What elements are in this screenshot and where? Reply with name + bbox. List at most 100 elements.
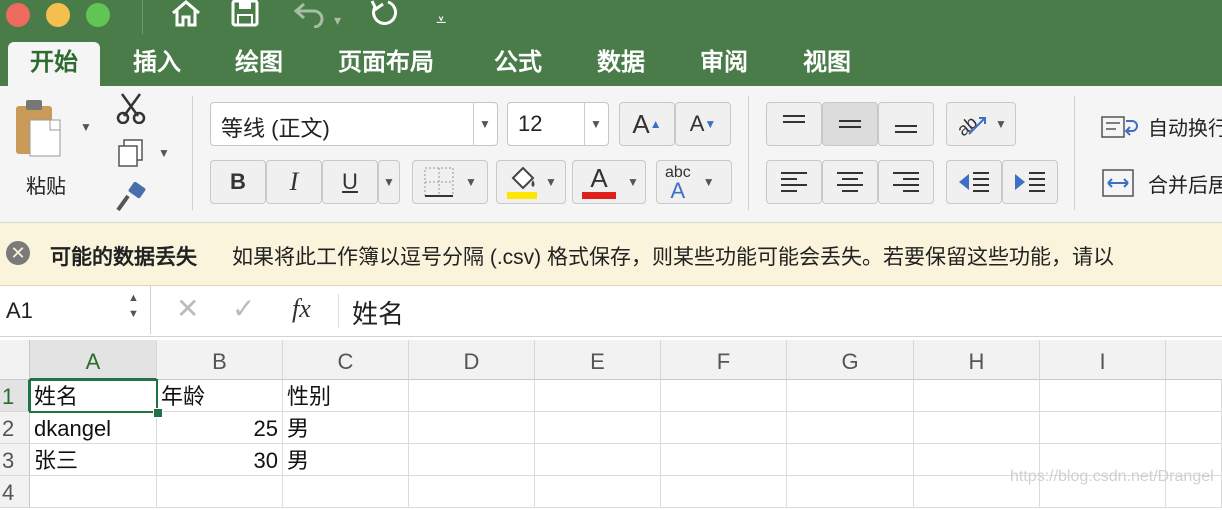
undo-dropdown-icon[interactable]: ▾ [334,4,341,36]
save-icon[interactable] [230,0,260,35]
align-top-icon [783,115,805,123]
cell-g4[interactable] [787,476,914,508]
cell-f1[interactable] [661,380,787,412]
increase-indent-button[interactable] [1002,160,1058,204]
cell-e2[interactable] [535,412,661,444]
align-bottom-button[interactable] [878,102,934,146]
cell-a1[interactable]: 姓名 [30,380,157,412]
minimize-window-button[interactable] [46,3,70,27]
fill-handle[interactable] [153,408,163,418]
decrease-indent-button[interactable] [946,160,1002,204]
error-icon: ✕ [6,241,30,265]
cell-c1[interactable]: 性别 [283,380,409,412]
cell-i2[interactable] [1040,412,1166,444]
cell-x2[interactable] [1166,412,1222,444]
spelling-button[interactable]: abc A ▼ [656,160,732,204]
cell-b2[interactable]: 25 [157,412,283,444]
merge-center-button[interactable]: 合并后居 [1100,168,1222,198]
cell-i1[interactable] [1040,380,1166,412]
underline-button[interactable]: U [322,160,378,204]
redo-icon[interactable] [368,0,400,35]
paste-dropdown-icon[interactable]: ▼ [80,120,92,134]
confirm-entry-icon[interactable]: ✓ [232,292,255,325]
paste-icon[interactable] [12,98,64,165]
ribbon-tabs: 开始 插入 绘图 页面布局 公式 数据 审阅 视图 [0,38,1222,86]
cancel-entry-icon[interactable]: ✕ [176,292,199,325]
tab-review[interactable]: 审阅 [678,42,770,86]
insert-function-button[interactable]: fx [292,294,311,324]
cell-e3[interactable] [535,444,661,476]
borders-button[interactable]: ▼ [412,160,488,204]
italic-button[interactable]: I [266,160,322,204]
tab-draw[interactable]: 绘图 [213,42,305,86]
cell-e4[interactable] [535,476,661,508]
align-top-button[interactable] [766,102,822,146]
wrap-text-label: 自动换行 [1148,118,1222,140]
cell-a3[interactable]: 张三 [30,444,157,476]
cell-d3[interactable] [409,444,535,476]
font-size-value: 12 [518,111,543,136]
cell-c2[interactable]: 男 [283,412,409,444]
home-icon[interactable] [170,0,202,35]
cell-b3[interactable]: 30 [157,444,283,476]
close-window-button[interactable] [6,3,30,27]
chevron-down-icon: ▼ [627,175,639,189]
name-box[interactable]: A1 ▲ ▼ [0,286,151,334]
underline-dropdown-icon[interactable]: ▼ [378,160,400,204]
cell-f3[interactable] [661,444,787,476]
align-right-button[interactable] [878,160,934,204]
copy-icon[interactable] [116,138,146,173]
customize-toolbar-icon[interactable]: ⩡ [436,4,446,36]
align-left-button[interactable] [766,160,822,204]
name-box-stepper-icon[interactable]: ▲ ▼ [128,290,139,322]
cell-c4[interactable] [283,476,409,508]
undo-icon[interactable] [292,0,328,35]
orientation-button[interactable]: ab ▼ [946,102,1016,146]
grow-font-button[interactable]: A ▲ [619,102,675,146]
align-center-icon [837,172,863,192]
font-name-select[interactable]: 等线 (正文) ▼ [210,102,498,146]
cut-icon[interactable] [116,92,146,129]
cell-f4[interactable] [661,476,787,508]
fill-color-button[interactable]: ▼ [496,160,566,204]
copy-dropdown-icon[interactable]: ▼ [158,146,170,160]
chevron-down-icon: ▼ [479,117,491,131]
tab-insert[interactable]: 插入 [111,42,203,86]
cell-d4[interactable] [409,476,535,508]
cell-g1[interactable] [787,380,914,412]
tab-data[interactable]: 数据 [575,42,667,86]
align-bottom-icon [895,125,917,133]
bold-button[interactable]: B [210,160,266,204]
cell-g2[interactable] [787,412,914,444]
tab-formulas[interactable]: 公式 [472,42,564,86]
align-center-button[interactable] [822,160,878,204]
align-middle-button[interactable] [822,102,878,146]
zoom-window-button[interactable] [86,3,110,27]
tab-view[interactable]: 视图 [781,42,873,86]
format-painter-icon[interactable] [114,181,148,219]
cell-e1[interactable] [535,380,661,412]
formula-input[interactable]: 姓名 [352,294,404,331]
cell-x1[interactable] [1166,380,1222,412]
tab-page-layout[interactable]: 页面布局 [316,42,456,86]
cell-d1[interactable] [409,380,535,412]
borders-icon [424,167,454,197]
cell-a2[interactable]: dkangel [30,412,157,444]
cell-b4[interactable] [157,476,283,508]
paste-label[interactable]: 粘贴 [26,170,66,199]
cell-h1[interactable] [914,380,1040,412]
cell-b1[interactable]: 年龄 [157,380,283,412]
cell-h2[interactable] [914,412,1040,444]
cell-g3[interactable] [787,444,914,476]
font-size-select[interactable]: 12 ▼ [507,102,609,146]
increase-indent-icon [1015,172,1045,192]
font-name-value: 等线 (正文) [221,116,330,141]
cell-a4[interactable] [30,476,157,508]
cell-c3[interactable]: 男 [283,444,409,476]
shrink-font-button[interactable]: A ▼ [675,102,731,146]
tab-home[interactable]: 开始 [8,42,100,86]
cell-d2[interactable] [409,412,535,444]
wrap-text-button[interactable]: 自动换行 [1100,112,1222,141]
font-color-button[interactable]: A ▼ [572,160,646,204]
cell-f2[interactable] [661,412,787,444]
